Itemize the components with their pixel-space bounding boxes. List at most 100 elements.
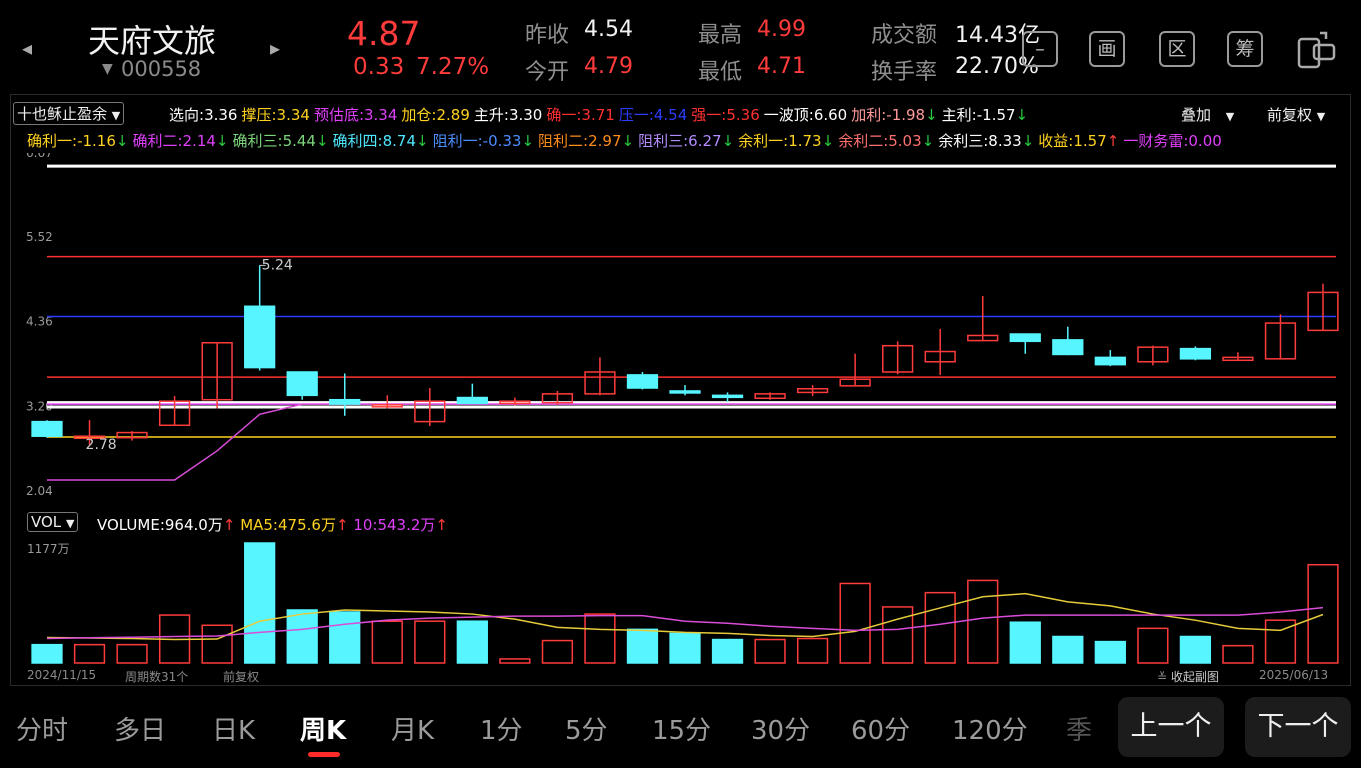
ma5-value: 475.6万 (278, 516, 336, 534)
tab-month-k[interactable]: 月K (391, 710, 434, 747)
prev-close-label: 昨收 (525, 23, 570, 48)
up-arrow-icon: ↑ (435, 516, 448, 534)
volume-bar (1052, 635, 1084, 664)
overlay-chevron-icon: ▼ (1225, 110, 1235, 123)
indicator-value: 2.97 (588, 132, 622, 150)
phone-rotate-icon[interactable] (1296, 31, 1336, 69)
volume-chart[interactable]: 1177万 (11, 537, 1350, 665)
indicator-value: 5.03 (888, 132, 922, 150)
volume-bar (116, 643, 148, 664)
volume-bar (584, 613, 616, 664)
down-arrow-icon: ↓ (315, 132, 329, 150)
volume-bar (754, 638, 786, 664)
indicator-value: -1.16 (77, 132, 116, 150)
indicator-label: 确利四: (332, 132, 383, 150)
tab-5min[interactable]: 5分 (565, 710, 608, 747)
minus-button[interactable]: – (1022, 31, 1058, 67)
tab-30min[interactable]: 30分 (751, 710, 810, 747)
down-arrow-icon: ↓ (925, 106, 938, 124)
tab-fenshi[interactable]: 分时 (16, 710, 68, 747)
indicator-value: 3.34 (364, 106, 398, 124)
volume-selector[interactable]: VOL ▼ (27, 512, 79, 532)
tab-60min[interactable]: 60分 (851, 710, 910, 747)
indicator-item: 确利一:-1.16↓ (27, 132, 128, 150)
indicator-item: 选向:3.36 (169, 106, 237, 124)
volume-bar (626, 628, 659, 664)
tab-week-k[interactable]: 周K (300, 710, 346, 747)
prev-stock-arrow[interactable]: ◂ (22, 36, 32, 60)
kline-panel[interactable]: 十也稣止盈余 ▼ 选向:3.36 撑压:3.34 预估底:3.34 加仓:2.89 主升… (10, 94, 1351, 686)
draw-button[interactable]: 画 (1089, 31, 1125, 67)
down-arrow-icon: ↓ (416, 132, 429, 150)
tab-120min[interactable]: 120分 (952, 710, 1028, 747)
indicator-value: 3.36 (204, 106, 238, 124)
chip-button[interactable]: 筹 (1227, 31, 1263, 67)
support-curve (47, 403, 1323, 481)
y-axis-tick-label: 6.67 (26, 153, 53, 160)
up-arrow-icon: ↑ (222, 516, 236, 534)
indicator-label: 一波顶: (763, 106, 814, 124)
kline-chart[interactable]: 6.675.524.363.202.045.242.78 (11, 153, 1350, 509)
indicator-item: 撑压:3.34 (241, 106, 309, 124)
indicator-item: 余利三:8.33↓ (938, 132, 1034, 150)
indicator-selector[interactable]: 十也稣止盈余 ▼ (13, 102, 125, 125)
period-count: 周期数31个 (125, 670, 189, 684)
adjust-selector[interactable]: 前复权 ▼ (1267, 104, 1325, 125)
indicator-item: 主升:3.30 (474, 106, 542, 124)
indicator-item: 确一:3.71 (546, 106, 614, 124)
volume-selector-label: VOL (31, 513, 62, 531)
volume-bar (711, 638, 744, 664)
chevron-double-down-icon: ≚ (1157, 670, 1168, 684)
indicator-value: -0.33 (482, 132, 522, 150)
indicator-label: 确利三: (232, 132, 283, 150)
volume-bar (1222, 644, 1254, 664)
tab-season[interactable]: 季 (1066, 710, 1092, 747)
up-arrow-icon: ↑ (335, 516, 349, 534)
indicator-item: 一财务雷:0.00 (1123, 132, 1221, 150)
high-label: 最高 (698, 23, 743, 48)
open-value: 4.79 (584, 54, 633, 79)
next-button[interactable]: 下一个 (1245, 697, 1351, 757)
indicator-item: 确利二:2.14↓ (132, 132, 228, 150)
candle-body (1094, 356, 1126, 366)
indicator-values-row2: 确利一:-1.16↓ 确利二:2.14↓ 确利三:5.44↓ 确利四:8.74↓ 阻利一… (27, 130, 1226, 151)
ma5-line (46, 592, 1324, 641)
candle-body (1052, 339, 1084, 356)
stock-switch-icon[interactable]: ▼ (102, 61, 113, 77)
price-change-pct: 7.27% (416, 54, 490, 80)
volume-chevron-icon: ▼ (65, 517, 75, 530)
volume-bar (1094, 640, 1126, 664)
candle-body (244, 305, 276, 369)
prev-button[interactable]: 上一个 (1118, 697, 1224, 757)
indicator-label: 主升: (473, 106, 509, 124)
volume-bar (329, 611, 361, 664)
turnover-label: 换手率 (871, 60, 938, 85)
zone-button[interactable]: 区 (1159, 31, 1195, 67)
tab-15min[interactable]: 15分 (652, 710, 711, 747)
tab-day-k[interactable]: 日K (212, 710, 255, 747)
volume-bar (924, 591, 956, 664)
low-label: 最低 (698, 60, 743, 85)
overlay-button[interactable]: 叠加 ▼ (1181, 104, 1234, 125)
indicator-item: 阻利一:-0.33↓ (433, 132, 534, 150)
indicator-value: 0.00 (1188, 132, 1222, 150)
ma10-label: 10: (353, 516, 378, 534)
tab-1min[interactable]: 1分 (480, 710, 523, 747)
vol-label: VOLUME: (97, 516, 165, 534)
collapse-label: 收起副图 (1170, 670, 1219, 684)
indicator-selector-label: 十也稣止盈余 (17, 105, 108, 123)
vol-value: 964.0万 (164, 516, 223, 534)
indicator-item: 余利二:5.03↓ (838, 132, 934, 150)
candle-body (1009, 333, 1041, 343)
next-stock-arrow[interactable]: ▸ (270, 36, 280, 60)
tab-multiday[interactable]: 多日 (114, 710, 166, 747)
stock-code: 000558 (121, 57, 202, 81)
indicator-item: 主利:-1.57↓ (942, 106, 1028, 124)
candle-body (286, 371, 318, 397)
active-tab-indicator (308, 752, 340, 757)
indicator-value: -1.98 (886, 106, 926, 124)
stock-name: 天府文旅 (88, 22, 217, 60)
volume-bar (371, 620, 403, 664)
indicator-value: 3.30 (508, 106, 543, 124)
collapse-subchart-button[interactable]: ≚ 收起副图 (1157, 668, 1219, 685)
